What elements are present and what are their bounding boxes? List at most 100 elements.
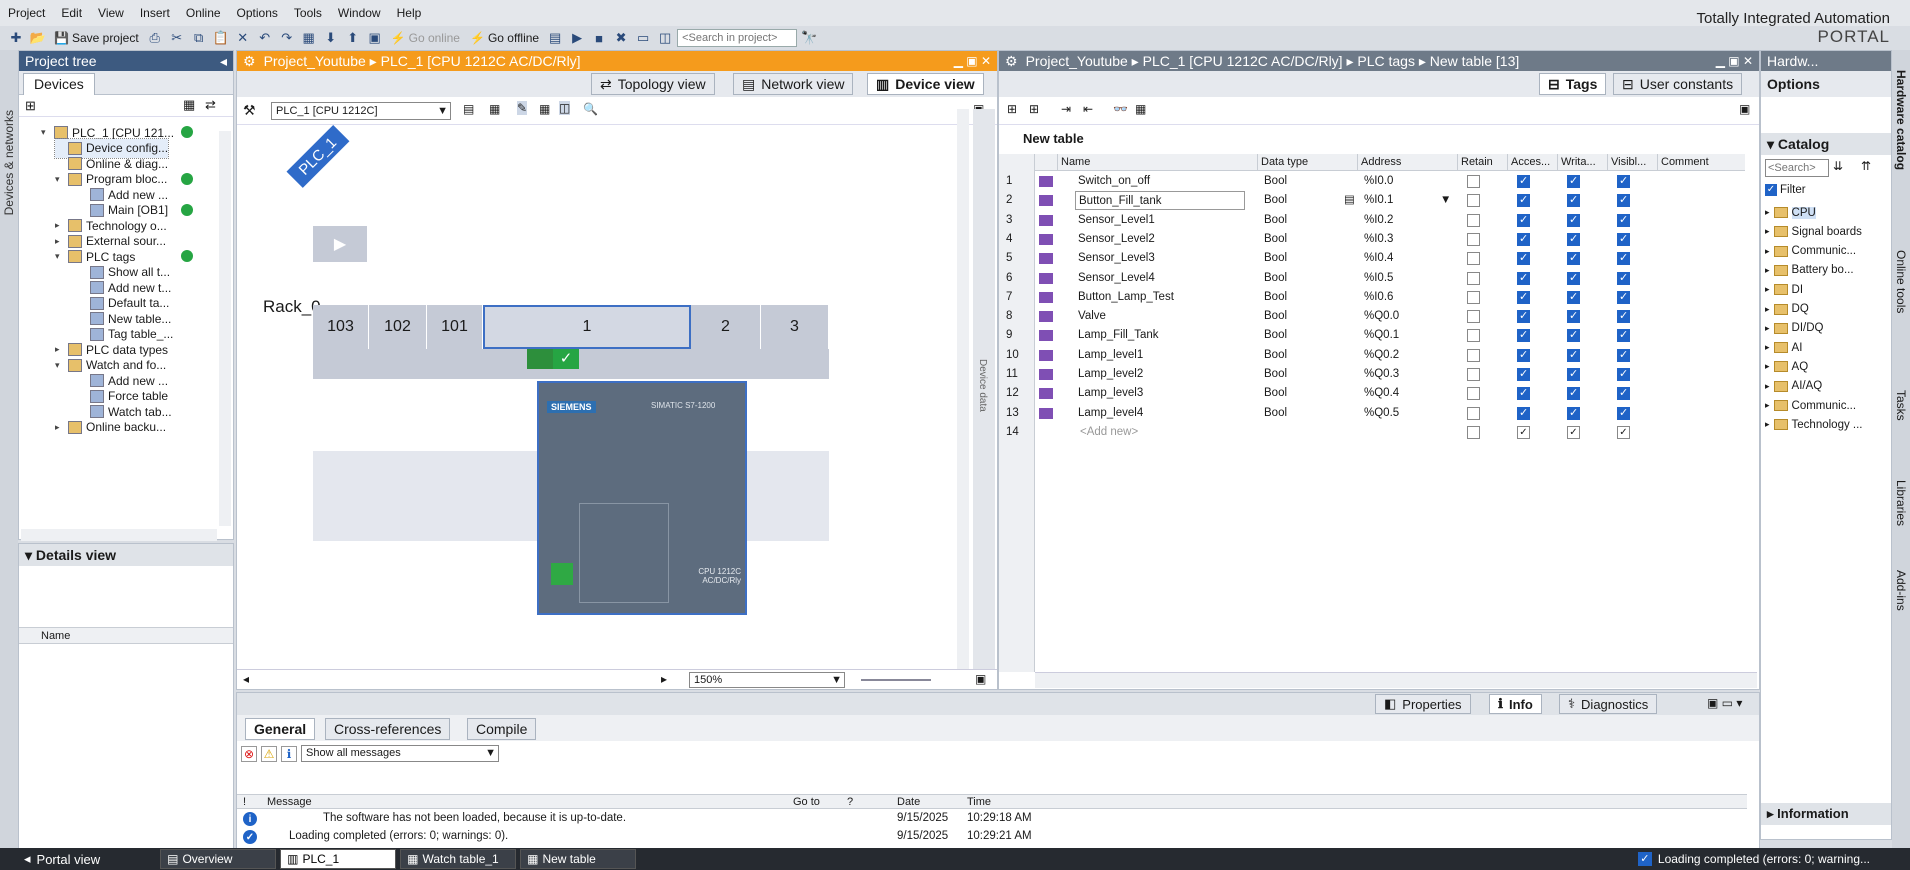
- col-date[interactable]: Date: [897, 796, 920, 808]
- insert-row-icon[interactable]: ⊞: [1007, 102, 1017, 116]
- tags-overview-icon[interactable]: ▣: [1739, 102, 1750, 116]
- catalog-item[interactable]: ▸ Communic...: [1765, 396, 1856, 415]
- tree-settings-icon[interactable]: ⇄: [205, 97, 216, 113]
- visible-checkbox[interactable]: [1617, 271, 1630, 285]
- table-row[interactable]: 13 Lamp_level4 Bool %Q0.5: [999, 404, 1745, 423]
- accessible-checkbox[interactable]: [1517, 290, 1530, 304]
- visible-checkbox[interactable]: [1617, 290, 1630, 304]
- message-filter-select[interactable]: Show all messages ▼: [301, 745, 499, 762]
- col-message[interactable]: Message: [267, 796, 312, 808]
- expand-arrow-icon[interactable]: ▸: [1765, 207, 1770, 218]
- plc-label[interactable]: PLC_1: [286, 125, 350, 188]
- paste-icon[interactable]: 📋: [211, 28, 231, 48]
- visible-checkbox[interactable]: [1617, 348, 1630, 362]
- accessible-devices-icon[interactable]: ▤: [545, 28, 565, 48]
- device-select[interactable]: PLC_1 [CPU 1212C] ▼: [271, 102, 451, 120]
- table-row[interactable]: 5 Sensor_Level3 Bool %I0.4: [999, 249, 1745, 268]
- go-offline-button[interactable]: ⚡ Go offline: [466, 31, 543, 45]
- visible-checkbox[interactable]: ✓: [1617, 425, 1630, 439]
- address-cell[interactable]: %I0.0: [1361, 172, 1441, 191]
- catalog-item[interactable]: ▸ Battery bo...: [1765, 261, 1854, 280]
- data-type-cell[interactable]: Bool: [1261, 288, 1341, 307]
- tree-vscrollbar[interactable]: [219, 131, 231, 526]
- expand-arrow-icon[interactable]: ▸: [55, 344, 65, 355]
- slot-103[interactable]: 103: [313, 305, 369, 349]
- delete-icon[interactable]: ✕: [233, 28, 253, 48]
- tab-online-tools[interactable]: Online tools: [1894, 250, 1908, 313]
- slot-101[interactable]: 101: [427, 305, 483, 349]
- retain-checkbox[interactable]: [1467, 194, 1480, 208]
- slot-1[interactable]: 1: [483, 305, 691, 349]
- cut-icon[interactable]: ✂: [167, 28, 187, 48]
- writable-checkbox[interactable]: [1567, 348, 1580, 362]
- visible-checkbox[interactable]: [1617, 251, 1630, 266]
- tab-diagnostics[interactable]: ⚕ Diagnostics: [1559, 694, 1658, 714]
- stop-cpu-icon[interactable]: ■: [589, 28, 609, 48]
- tag-name-cell[interactable]: Valve: [1075, 307, 1245, 326]
- rack-expand-arrow-icon[interactable]: ▶: [313, 226, 367, 262]
- add-new-row[interactable]: 14 <Add new> ✓ ✓ ✓: [999, 423, 1745, 442]
- table-row[interactable]: 10 Lamp_level1 Bool %Q0.2: [999, 346, 1745, 365]
- split-horizontal-icon[interactable]: ▭: [633, 28, 653, 48]
- catalog-section[interactable]: ▾ Catalog: [1761, 133, 1891, 155]
- address-cell[interactable]: %I0.5: [1361, 269, 1441, 288]
- tag-name-cell[interactable]: Button_Lamp_Test: [1075, 288, 1245, 307]
- simulation-icon[interactable]: ▣: [365, 28, 385, 48]
- data-type-cell[interactable]: Bool: [1261, 365, 1341, 384]
- catalog-item[interactable]: ▸ DI/DQ: [1765, 319, 1823, 338]
- catalog-item[interactable]: ▸ CPU: [1765, 203, 1816, 222]
- col-comment[interactable]: Comment: [1657, 154, 1745, 171]
- zoom-slider[interactable]: [861, 679, 931, 681]
- address-cell[interactable]: %I0.3: [1361, 230, 1441, 249]
- col-name[interactable]: Name: [1057, 154, 1257, 171]
- expand-arrow-icon[interactable]: ▸: [1765, 265, 1770, 276]
- tag-name-cell[interactable]: Switch_on_off: [1075, 172, 1245, 191]
- message-row[interactable]: ✓ Loading completed (errors: 0; warnings…: [237, 828, 1759, 846]
- retain-checkbox[interactable]: [1467, 252, 1480, 266]
- catalog-item[interactable]: ▸ Signal boards: [1765, 222, 1862, 241]
- address-cell[interactable]: %I0.2: [1361, 211, 1441, 230]
- open-project-icon[interactable]: 📂: [28, 28, 48, 48]
- catalog-item[interactable]: ▸ AI: [1765, 338, 1802, 357]
- canvas-vscrollbar[interactable]: [957, 109, 969, 669]
- col-data-type[interactable]: Data type: [1257, 154, 1357, 171]
- data-type-cell[interactable]: Bool: [1261, 269, 1341, 288]
- overview-icon[interactable]: ▦: [183, 97, 195, 113]
- accessible-checkbox[interactable]: [1517, 386, 1530, 401]
- tags-hscrollbar[interactable]: [1035, 672, 1757, 688]
- menu-insert[interactable]: Insert: [132, 6, 178, 20]
- details-view-header[interactable]: ▾ Details view: [19, 544, 233, 566]
- expand-arrow-icon[interactable]: ▾: [55, 251, 65, 262]
- import-icon[interactable]: ⇤: [1083, 102, 1093, 116]
- accessible-checkbox[interactable]: ✓: [1517, 425, 1530, 439]
- tab-devices[interactable]: Devices: [23, 73, 95, 95]
- col-visible[interactable]: Visibl...: [1607, 154, 1657, 171]
- zoom-select[interactable]: 150% ▼: [689, 672, 845, 688]
- catalog-item[interactable]: ▸ DI: [1765, 280, 1803, 299]
- devices-networks-tab[interactable]: Devices & networks: [2, 110, 16, 215]
- keep-values-icon[interactable]: ▦: [1135, 102, 1146, 116]
- tab-libraries[interactable]: Libraries: [1894, 480, 1908, 526]
- slot-2[interactable]: 2: [691, 305, 761, 349]
- tag-name-cell[interactable]: Lamp_Fill_Tank: [1075, 326, 1245, 345]
- copy-icon[interactable]: ⧉: [189, 28, 209, 48]
- col-help[interactable]: ?: [847, 796, 853, 808]
- add-device-icon[interactable]: ⊞: [25, 98, 36, 114]
- accessible-checkbox[interactable]: [1517, 251, 1530, 266]
- table-row[interactable]: 9 Lamp_Fill_Tank Bool %Q0.1: [999, 326, 1745, 345]
- slot-102[interactable]: 102: [369, 305, 427, 349]
- visible-checkbox[interactable]: [1617, 213, 1630, 227]
- expand-arrow-icon[interactable]: ▾: [41, 127, 51, 138]
- visible-checkbox[interactable]: [1617, 174, 1630, 188]
- visible-checkbox[interactable]: [1617, 328, 1630, 343]
- writable-checkbox[interactable]: [1567, 386, 1580, 401]
- data-type-cell[interactable]: Bool: [1261, 384, 1341, 403]
- accessible-checkbox[interactable]: [1517, 348, 1530, 362]
- filter-checkbox[interactable]: ✓ Filter: [1765, 184, 1806, 196]
- expand-arrow-icon[interactable]: ▸: [1765, 304, 1770, 315]
- menu-online[interactable]: Online: [178, 6, 229, 20]
- portal-view-button[interactable]: ◂ Portal view: [0, 851, 110, 867]
- expand-arrow-icon[interactable]: ▸: [1765, 400, 1770, 411]
- info-filter-icon[interactable]: ℹ: [281, 745, 297, 762]
- menu-project[interactable]: Project: [0, 6, 53, 20]
